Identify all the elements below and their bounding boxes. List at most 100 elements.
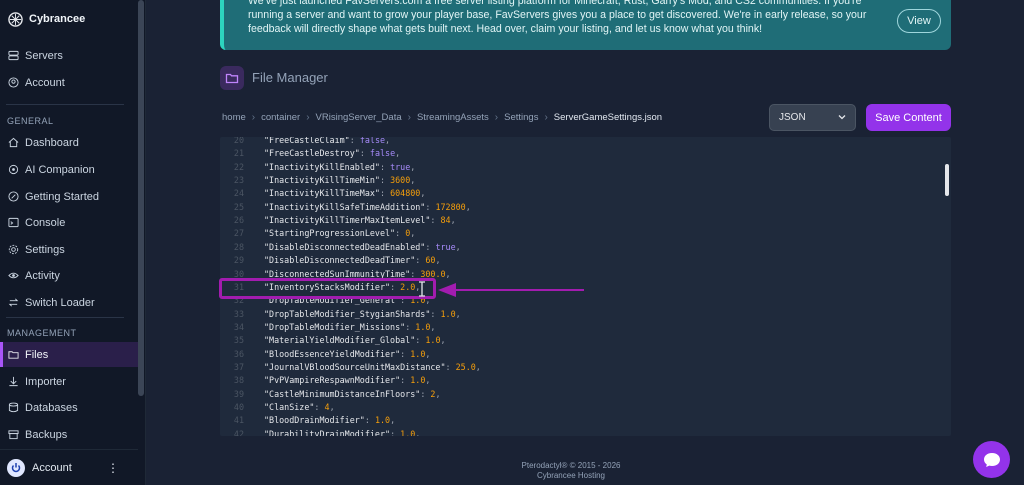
code-line[interactable]: 28 "DisableDisconnectedDeadEnabled": true… bbox=[220, 241, 951, 254]
code-line[interactable]: 20 "FreeCastleClaim": false, bbox=[220, 137, 951, 147]
sidebar-item-console[interactable]: Console bbox=[0, 210, 138, 235]
sidebar-item-ai-companion[interactable]: AI Companion bbox=[0, 157, 138, 182]
sidebar-item-settings[interactable]: Settings bbox=[0, 237, 138, 262]
code-line[interactable]: 38 "PvPVampireRespawnModifier": 1.0, bbox=[220, 374, 951, 387]
sidebar-item-backups[interactable]: Backups bbox=[0, 422, 138, 447]
dashboard-icon bbox=[8, 137, 19, 148]
code-line[interactable]: 23 "InactivityKillTimeMin": 3600, bbox=[220, 174, 951, 187]
json-punct: : bbox=[425, 201, 436, 212]
editor-scrollbar[interactable] bbox=[945, 164, 949, 196]
format-select[interactable]: JSON bbox=[769, 104, 856, 131]
code-line[interactable]: 33 "DropTableModifier_StygianShards": 1.0… bbox=[220, 308, 951, 321]
code-line[interactable]: 29 "DisableDisconnectedDeadTimer": 60, bbox=[220, 254, 951, 267]
chevron-right-icon: › bbox=[544, 112, 548, 123]
sidebar-item-servers[interactable]: Servers bbox=[0, 43, 138, 68]
json-punct: : bbox=[379, 188, 391, 199]
avatar bbox=[7, 458, 25, 477]
sidebar-scrollbar[interactable] bbox=[138, 0, 144, 396]
json-key: "DropTableModifier_Missions" bbox=[264, 321, 406, 332]
code-line[interactable]: 25 "InactivityKillSafeTimeAddition": 1728… bbox=[220, 201, 951, 214]
code-line[interactable]: 34 "DropTableModifier_Missions": 1.0, bbox=[220, 321, 951, 334]
json-punct: , bbox=[329, 402, 335, 412]
sidebar-item-activity[interactable]: Activity bbox=[0, 263, 138, 288]
json-key: "DisableDisconnectedDeadTimer" bbox=[264, 255, 416, 266]
json-punct: : bbox=[445, 361, 456, 372]
sidebar-item-label: AI Companion bbox=[25, 163, 95, 176]
sidebar-item-importer[interactable]: Importer bbox=[0, 369, 138, 394]
save-content-button[interactable]: Save Content bbox=[866, 104, 951, 131]
sidebar-item-getting-started[interactable]: Getting Started bbox=[0, 184, 138, 209]
chevron-down-icon bbox=[838, 115, 846, 120]
page-title: File Manager bbox=[252, 70, 328, 85]
sidebar-item-label: Backups bbox=[25, 428, 68, 441]
code-line[interactable]: 40 "ClanSize": 4, bbox=[220, 401, 951, 414]
breadcrumb-item[interactable]: StreamingAssets bbox=[417, 112, 489, 123]
json-punct: , bbox=[465, 201, 471, 212]
json-value: 1.0 bbox=[400, 428, 416, 436]
sidebar-item-label: Account bbox=[25, 76, 65, 89]
json-value: 1.0 bbox=[410, 348, 426, 359]
code-text: "FreeCastleDestroy": false, bbox=[264, 147, 400, 160]
breadcrumb-item[interactable]: VRisingServer_Data bbox=[316, 112, 402, 123]
code-line[interactable]: 21 "FreeCastleDestroy": false, bbox=[220, 147, 951, 160]
code-text: "DropTableModifier_StygianShards": 1.0, bbox=[264, 308, 461, 321]
code-line[interactable]: 22 "InactivityKillEnabled": true, bbox=[220, 161, 951, 174]
json-value: 1.0 bbox=[374, 415, 391, 426]
sidebar-item-label: Activity bbox=[25, 269, 60, 282]
code-line[interactable]: 24 "InactivityKillTimeMax": 604800, bbox=[220, 187, 951, 200]
database-icon bbox=[8, 402, 19, 413]
json-key: "DisableDisconnectedDeadEnabled" bbox=[264, 241, 426, 252]
line-number: 25 bbox=[233, 201, 244, 212]
account-menu[interactable]: Account ⋮ bbox=[0, 449, 138, 485]
line-number: 36 bbox=[233, 348, 244, 359]
sidebar-item-databases[interactable]: Databases bbox=[0, 395, 138, 420]
line-number: 38 bbox=[233, 375, 244, 386]
view-button[interactable]: View bbox=[897, 9, 941, 33]
json-value: 172800 bbox=[435, 201, 466, 212]
backup-icon bbox=[8, 429, 19, 440]
json-punct: : bbox=[420, 388, 431, 399]
code-line[interactable]: 27 "StartingProgressionLevel": 0, bbox=[220, 227, 951, 240]
code-line[interactable]: 37 "JournalVBloodSourceUnitMaxDistance": … bbox=[220, 361, 951, 374]
chevron-right-icon: › bbox=[251, 112, 256, 123]
code-line[interactable]: 42 "DurabilityDrainModifier": 1.0, bbox=[220, 428, 951, 436]
code-text: "InactivityKillTimeMax": 604800, bbox=[264, 187, 425, 200]
line-number: 27 bbox=[233, 228, 244, 239]
sidebar-item-dashboard[interactable]: Dashboard bbox=[0, 130, 138, 155]
code-text: "PvPVampireRespawnModifier": 1.0, bbox=[264, 374, 430, 387]
line-number: 34 bbox=[233, 321, 244, 332]
announcement-banner: We've just launched FavServers.com a fre… bbox=[220, 0, 951, 50]
code-line[interactable]: 35 "MaterialYieldModifier_Global": 1.0, bbox=[220, 334, 951, 347]
code-text: "DropTableModifier_Missions": 1.0, bbox=[264, 321, 435, 334]
json-key: "PvPVampireRespawnModifier" bbox=[264, 375, 401, 386]
json-punct: : bbox=[430, 308, 441, 319]
json-key: "ClanSize" bbox=[264, 402, 315, 412]
line-number: 41 bbox=[233, 415, 244, 426]
more-icon[interactable]: ⋮ bbox=[107, 461, 119, 475]
json-key: "FreeCastleClaim" bbox=[264, 137, 350, 145]
json-value: 1.0 bbox=[440, 308, 456, 319]
json-key: "JournalVBloodSourceUnitMaxDistance" bbox=[264, 361, 446, 372]
code-text: "InactivityKillSafeTimeAddition": 172800… bbox=[264, 201, 471, 214]
breadcrumb-item[interactable]: Settings bbox=[504, 112, 538, 123]
json-punct: : bbox=[395, 228, 406, 239]
json-punct: : bbox=[400, 348, 411, 359]
json-punct: , bbox=[390, 415, 396, 426]
chat-button[interactable] bbox=[973, 441, 1010, 478]
folder-icon bbox=[220, 66, 244, 90]
code-line[interactable]: 39 "CastleMinimumDistanceInFloors": 2, bbox=[220, 388, 951, 401]
brand[interactable]: Cybrancee bbox=[8, 9, 85, 29]
json-value: 84 bbox=[440, 215, 451, 226]
sidebar-item-account[interactable]: Account bbox=[0, 70, 138, 95]
sidebar-divider bbox=[6, 104, 124, 105]
json-key: "DisconnectedSunImmunityTime" bbox=[264, 268, 411, 279]
json-punct: : bbox=[364, 415, 375, 426]
code-line[interactable]: 36 "BloodEssenceYieldModifier": 1.0, bbox=[220, 348, 951, 361]
sidebar-item-switch-loader[interactable]: Switch Loader bbox=[0, 290, 138, 315]
code-line[interactable]: 26 "InactivityKillTimerMaxItemLevel": 84, bbox=[220, 214, 951, 227]
sidebar-item-files[interactable]: Files bbox=[0, 342, 138, 367]
breadcrumb-item[interactable]: container bbox=[261, 112, 300, 123]
json-punct: : bbox=[410, 268, 421, 279]
breadcrumb-item[interactable]: home bbox=[222, 112, 246, 123]
code-line[interactable]: 41 "BloodDrainModifier": 1.0, bbox=[220, 414, 951, 427]
